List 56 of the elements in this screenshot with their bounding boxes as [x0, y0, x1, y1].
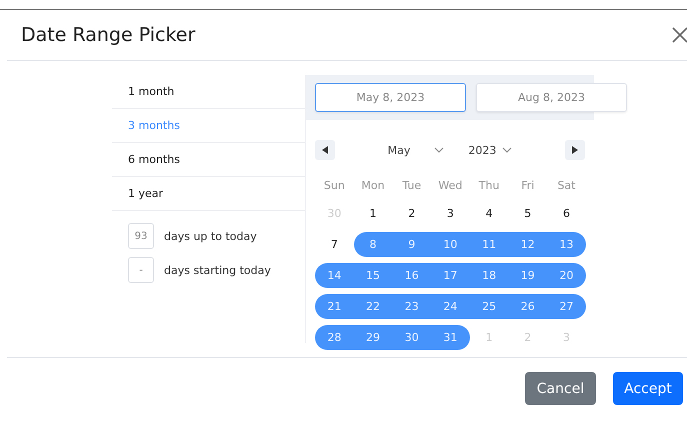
calendar-day[interactable]: 20 — [547, 263, 586, 288]
days-label: days starting today — [164, 264, 271, 276]
calendar-day[interactable]: 21 — [315, 294, 354, 319]
calendar-day[interactable]: 12 — [508, 232, 548, 257]
calendar-day[interactable]: 2 — [392, 201, 432, 226]
year-select[interactable]: 2023 — [464, 144, 516, 156]
calendar-day[interactable]: 14 — [315, 263, 354, 288]
calendar-day[interactable]: 23 — [392, 294, 432, 319]
calendar-day[interactable]: 27 — [547, 294, 586, 319]
calendar-day[interactable]: 16 — [392, 263, 432, 288]
triangle-left-icon — [322, 146, 328, 154]
weekday-label: Wed — [437, 178, 464, 194]
calendar-day[interactable]: 7 — [315, 232, 354, 257]
calendar-day[interactable]: 18 — [470, 263, 508, 288]
chevron-down-icon — [434, 147, 444, 153]
calendar-day[interactable]: 19 — [508, 263, 548, 288]
weekday-label: Thu — [478, 178, 500, 194]
calendar-day[interactable]: 5 — [508, 201, 548, 226]
calendar-day[interactable]: 6 — [547, 201, 586, 226]
calendar-day[interactable]: 17 — [431, 263, 470, 288]
days-label: days up to today — [164, 230, 257, 242]
weekday-label: Mon — [360, 178, 386, 194]
calendar-day[interactable]: 1 — [354, 201, 392, 226]
calendar-day[interactable]: 13 — [547, 232, 586, 257]
weekday-label: Tue — [401, 178, 422, 194]
days-field[interactable]: - — [128, 257, 154, 283]
calendar-day[interactable]: 28 — [315, 325, 354, 350]
date-field[interactable]: Aug 8, 2023 — [476, 83, 627, 112]
calendar-day[interactable]: 25 — [470, 294, 508, 319]
accept-button[interactable]: Accept — [613, 372, 683, 405]
calendar-day[interactable]: 10 — [431, 232, 470, 257]
close-icon[interactable] — [671, 26, 687, 44]
date-field[interactable]: May 8, 2023 — [315, 83, 466, 112]
calendar-day[interactable]: 4 — [470, 201, 508, 226]
calendar-day[interactable]: 9 — [392, 232, 432, 257]
next-month-button[interactable] — [565, 140, 585, 160]
calendar-day[interactable]: 24 — [431, 294, 470, 319]
calendar-day[interactable]: 8 — [354, 232, 392, 257]
days-field[interactable]: 93 — [128, 223, 154, 249]
cancel-button[interactable]: Cancel — [525, 372, 596, 405]
weekday-label: Sun — [322, 178, 346, 194]
calendar-day[interactable]: 31 — [431, 325, 470, 350]
calendar-day[interactable]: 3 — [431, 201, 470, 226]
triangle-right-icon — [572, 146, 578, 154]
calendar-day[interactable]: 15 — [354, 263, 392, 288]
weekday-label: Fri — [520, 178, 536, 194]
calendar-day[interactable]: 11 — [470, 232, 508, 257]
calendar-day[interactable]: 26 — [508, 294, 548, 319]
weekday-label: Sat — [556, 178, 576, 194]
chevron-down-icon — [502, 147, 512, 153]
calendar-day[interactable]: 29 — [354, 325, 392, 350]
previous-month-button[interactable] — [315, 140, 335, 160]
calendar-day[interactable]: 30 — [392, 325, 432, 350]
dialog-title: Date Range Picker — [21, 24, 196, 46]
month-select[interactable]: May — [384, 144, 448, 156]
calendar-day[interactable]: 22 — [354, 294, 392, 319]
